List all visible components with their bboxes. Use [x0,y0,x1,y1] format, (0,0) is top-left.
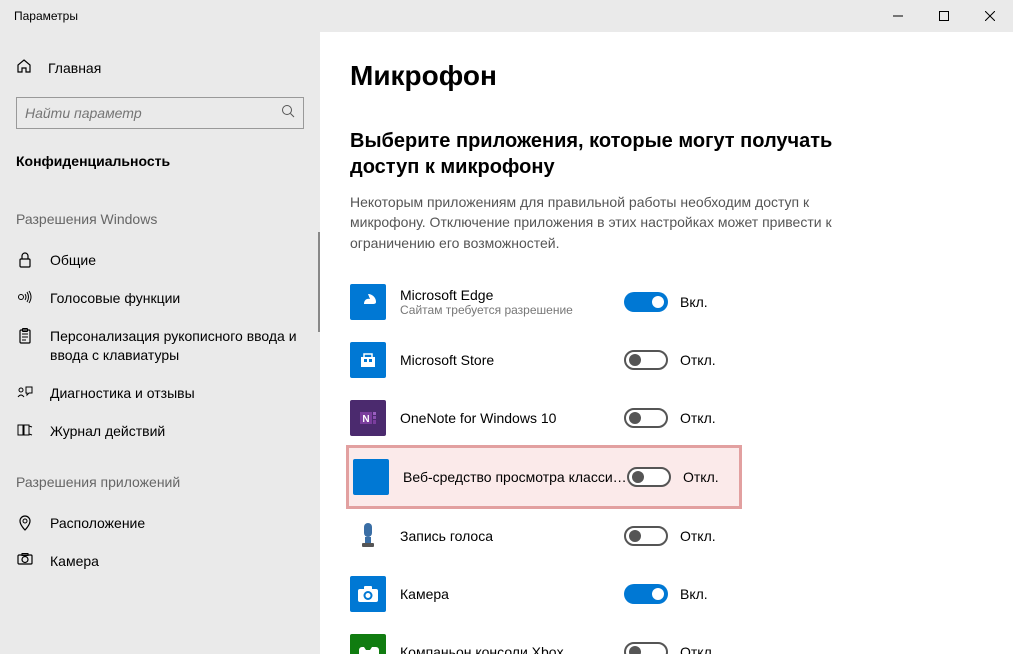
app-name: Microsoft Edge [400,287,624,303]
home-icon [16,58,32,77]
window-title: Параметры [14,9,875,23]
speech-icon [16,289,34,304]
maximize-button[interactable] [921,0,967,32]
app-name: Microsoft Store [400,352,624,368]
camera-app-icon [350,576,386,612]
xbox-icon [350,634,386,654]
onenote-icon: N [350,400,386,436]
sidebar-item-camera[interactable]: Камера [0,542,320,580]
section-description: Некоторым приложениям для правильной раб… [350,192,870,253]
sidebar-item-speech[interactable]: Голосовые функции [0,279,320,317]
toggle-onenote[interactable] [624,408,668,428]
search-icon [281,104,295,123]
home-label: Главная [48,60,101,76]
group-header-apps: Разрешения приложений [0,450,320,504]
sidebar-item-label: Общие [50,251,304,269]
app-row-voice: Запись голоса Откл. [350,507,973,565]
svg-text:N: N [362,414,369,425]
sidebar-item-label: Голосовые функции [50,289,304,307]
app-row-xbox: Компаньон консоли Xbox Откл. [350,623,973,654]
group-header-windows: Разрешения Windows [0,187,320,241]
search-input[interactable] [25,105,281,121]
toggle-camera[interactable] [624,584,668,604]
main-content: Микрофон Выберите приложения, которые мо… [320,32,1013,654]
app-name: Камера [400,586,624,602]
page-title: Микрофон [350,60,973,92]
sidebar: Главная Конфиденциальность Разрешения Wi… [0,32,320,654]
app-row-edge: Microsoft Edge Сайтам требуется разрешен… [350,273,973,331]
camera-icon [16,552,34,565]
history-icon [16,422,34,437]
sidebar-item-label: Диагностика и отзывы [50,384,304,402]
app-row-webview: Веб-средство просмотра классиче… Откл. [346,445,742,509]
sidebar-item-diagnostics[interactable]: Диагностика и отзывы [0,374,320,412]
app-name: Компаньон консоли Xbox [400,644,624,654]
toggle-label: Вкл. [680,586,708,602]
home-nav[interactable]: Главная [0,50,320,85]
app-subtitle: Сайтам требуется разрешение [400,303,624,317]
lock-icon [16,251,34,268]
app-row-camera: Камера Вкл. [350,565,973,623]
app-row-store: Microsoft Store Откл. [350,331,973,389]
toggle-voice[interactable] [624,526,668,546]
sidebar-item-label: Журнал действий [50,422,304,440]
search-box[interactable] [16,97,304,129]
toggle-label: Откл. [683,469,719,485]
toggle-label: Вкл. [680,294,708,310]
toggle-edge[interactable] [624,292,668,312]
location-icon [16,514,34,531]
webview-icon [353,459,389,495]
edge-icon [350,284,386,320]
toggle-label: Откл. [680,644,716,654]
sidebar-item-label: Персонализация рукописного ввода и ввода… [50,327,304,363]
app-name: Запись голоса [400,528,624,544]
toggle-label: Откл. [680,352,716,368]
window-controls [875,0,1013,32]
app-name: Веб-средство просмотра классиче… [403,469,627,485]
titlebar: Параметры [0,0,1013,32]
minimize-button[interactable] [875,0,921,32]
voice-recorder-icon [350,518,386,554]
sidebar-item-general[interactable]: Общие [0,241,320,279]
toggle-xbox[interactable] [624,642,668,654]
toggle-store[interactable] [624,350,668,370]
app-name: OneNote for Windows 10 [400,410,624,426]
app-list: Microsoft Edge Сайтам требуется разрешен… [350,273,973,654]
feedback-icon [16,384,34,399]
sidebar-item-label: Расположение [50,514,304,532]
toggle-webview[interactable] [627,467,671,487]
app-row-onenote: N OneNote for Windows 10 Откл. [350,389,973,447]
toggle-label: Откл. [680,528,716,544]
sidebar-item-label: Камера [50,552,304,570]
store-icon [350,342,386,378]
clipboard-icon [16,327,34,344]
section-title: Конфиденциальность [0,147,320,187]
toggle-label: Откл. [680,410,716,426]
section-heading: Выберите приложения, которые могут получ… [350,128,870,180]
sidebar-item-inking[interactable]: Персонализация рукописного ввода и ввода… [0,317,320,373]
sidebar-item-location[interactable]: Расположение [0,504,320,542]
close-button[interactable] [967,0,1013,32]
sidebar-item-activity[interactable]: Журнал действий [0,412,320,450]
